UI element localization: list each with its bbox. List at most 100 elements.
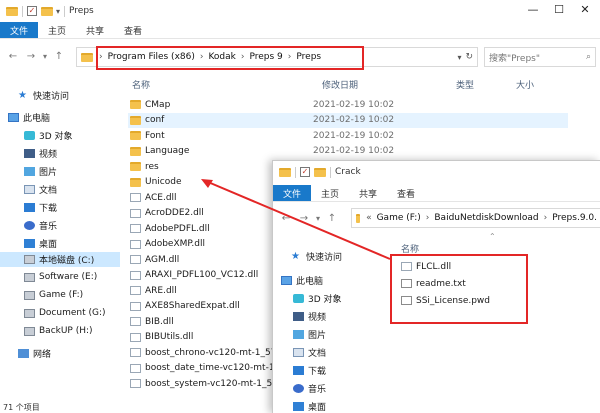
breadcrumb-item[interactable]: Preps.9.0.	[549, 213, 600, 223]
table-row[interactable]: Language 2021-02-19 10:02	[128, 144, 568, 159]
file-modified-date: 2021-02-19 10:02	[313, 99, 395, 110]
sidebar-item-network[interactable]: 网络	[18, 346, 51, 360]
music-icon	[293, 383, 304, 393]
forward-arrow-icon[interactable]: →	[295, 213, 313, 224]
up-arrow-icon[interactable]: ↑	[50, 51, 68, 62]
sidebar-item-quick-access[interactable]: ★ 快速访问	[18, 88, 69, 102]
scroll-up-icon[interactable]: ⌃	[489, 232, 496, 241]
sidebar-item-label: 此电脑	[23, 113, 51, 124]
status-bar: 71 个项目	[0, 401, 40, 413]
preps-titlebar: ✓ ▾ Preps	[0, 0, 600, 22]
search-input[interactable]: 搜索"Preps" ⌕	[484, 47, 596, 67]
back-arrow-icon[interactable]: ←	[277, 213, 295, 224]
sidebar-item-label: 本地磁盘 (C:)	[39, 256, 95, 266]
crack-files-highlight-box	[390, 254, 528, 324]
window-title: Preps	[69, 6, 94, 16]
disk-icon	[24, 290, 35, 300]
sidebar-item-document-g[interactable]: Document (G:)	[24, 306, 106, 320]
column-type[interactable]: 类型	[456, 78, 474, 91]
up-arrow-icon[interactable]: ↑	[323, 213, 341, 224]
sidebar-item-local-disk-c[interactable]: 本地磁盘 (C:)	[0, 252, 120, 267]
dll-file-icon	[130, 224, 141, 233]
disk-icon	[24, 272, 35, 282]
properties-icon[interactable]: ✓	[300, 167, 310, 177]
folder-icon	[130, 115, 141, 125]
sidebar-item-3d-objects[interactable]: 3D 对象	[293, 291, 342, 305]
sidebar-item-game-f[interactable]: Game (F:)	[24, 288, 83, 302]
new-folder-icon[interactable]	[314, 167, 326, 177]
dll-file-icon	[130, 193, 141, 202]
window-controls: — ☐ ✕	[520, 0, 598, 20]
preps-ribbon: 文件 主页 共享 查看	[0, 22, 600, 39]
tab-home[interactable]: 主页	[311, 185, 349, 201]
address-dropdown-icon[interactable]: ▾	[457, 53, 461, 62]
column-size[interactable]: 大小	[516, 78, 534, 91]
address-highlight-box	[96, 46, 364, 70]
forward-arrow-icon[interactable]: →	[22, 51, 40, 62]
column-modified[interactable]: 修改日期	[322, 78, 358, 91]
recent-dropdown-icon[interactable]: ▾	[313, 214, 323, 223]
maximize-button[interactable]: ☐	[546, 0, 572, 20]
folder-icon	[130, 100, 141, 109]
back-arrow-icon[interactable]: ←	[4, 51, 22, 62]
sidebar-item-documents[interactable]: 文档	[24, 182, 57, 196]
breadcrumb-overflow-icon[interactable]: «	[364, 213, 374, 223]
sidebar-item-music[interactable]: 音乐	[24, 218, 57, 232]
chevron-right-icon: ›	[425, 213, 430, 223]
sidebar-item-backup-h[interactable]: BackUP (H:)	[24, 324, 93, 338]
sidebar-item-music[interactable]: 音乐	[293, 381, 326, 395]
column-name[interactable]: 名称	[132, 78, 150, 91]
video-icon	[293, 311, 304, 321]
sidebar-item-pictures[interactable]: 图片	[24, 164, 57, 178]
sidebar-item-label: 音乐	[308, 384, 327, 395]
disk-icon	[24, 308, 35, 318]
sidebar-item-desktop[interactable]: 桌面	[293, 399, 326, 413]
tab-home[interactable]: 主页	[38, 22, 76, 38]
tab-share[interactable]: 共享	[76, 22, 114, 38]
sidebar-item-downloads[interactable]: 下载	[24, 200, 57, 214]
breadcrumb-item[interactable]: Game (F:)	[374, 213, 424, 223]
sidebar-item-quick-access[interactable]: ★ 快速访问	[291, 249, 342, 263]
folder-icon	[130, 177, 141, 187]
sidebar-item-label: 下载	[308, 366, 327, 377]
close-button[interactable]: ✕	[572, 0, 598, 20]
dll-file-icon	[130, 255, 141, 264]
minimize-button[interactable]: —	[520, 0, 546, 20]
column-name[interactable]: 名称	[401, 242, 419, 255]
sidebar-item-videos[interactable]: 视频	[293, 309, 326, 323]
pc-icon	[8, 112, 19, 122]
sidebar-item-desktop[interactable]: 桌面	[24, 236, 57, 250]
breadcrumb-item[interactable]: BaiduNetdiskDownload	[431, 213, 541, 223]
tab-file[interactable]: 文件	[0, 22, 39, 38]
recent-dropdown-icon[interactable]: ▾	[40, 52, 50, 61]
sidebar-item-label: 图片	[39, 167, 58, 178]
properties-icon[interactable]: ✓	[27, 6, 37, 16]
tab-file[interactable]: 文件	[273, 185, 312, 201]
refresh-icon[interactable]: ↻	[465, 52, 473, 62]
table-row[interactable]: Font 2021-02-19 10:02	[128, 128, 568, 143]
folder-icon	[130, 131, 141, 140]
sidebar-item-label: Software (E:)	[39, 272, 98, 282]
sidebar-item-this-pc[interactable]: 此电脑	[281, 273, 323, 287]
sidebar-item-videos[interactable]: 视频	[24, 146, 57, 160]
sidebar-item-label: 此电脑	[296, 276, 324, 287]
new-folder-icon[interactable]	[41, 6, 53, 16]
tab-view[interactable]: 查看	[114, 22, 152, 38]
sidebar-item-label: 视频	[308, 312, 327, 323]
sidebar-item-label: 图片	[308, 330, 327, 341]
tab-view[interactable]: 查看	[387, 185, 425, 201]
tab-share[interactable]: 共享	[349, 185, 387, 201]
sidebar-item-downloads[interactable]: 下载	[293, 363, 326, 377]
table-row[interactable]: CMap 2021-02-19 10:02	[128, 97, 568, 112]
sidebar-item-this-pc[interactable]: 此电脑	[8, 110, 50, 124]
sidebar-item-3d-objects[interactable]: 3D 对象	[24, 128, 73, 142]
quick-access-dropdown-icon[interactable]: ▾	[56, 7, 60, 16]
sidebar-item-software-e[interactable]: Software (E:)	[24, 270, 97, 284]
sidebar-item-documents[interactable]: 文档	[293, 345, 326, 359]
folder-icon	[279, 167, 291, 177]
table-row[interactable]: conf 2021-02-19 10:02	[128, 112, 568, 128]
crack-address-bar[interactable]: « Game (F:) › BaiduNetdiskDownload › Pre…	[351, 208, 600, 228]
sidebar-item-pictures[interactable]: 图片	[293, 327, 326, 341]
music-icon	[24, 220, 35, 230]
search-icon[interactable]: ⌕	[586, 52, 591, 62]
